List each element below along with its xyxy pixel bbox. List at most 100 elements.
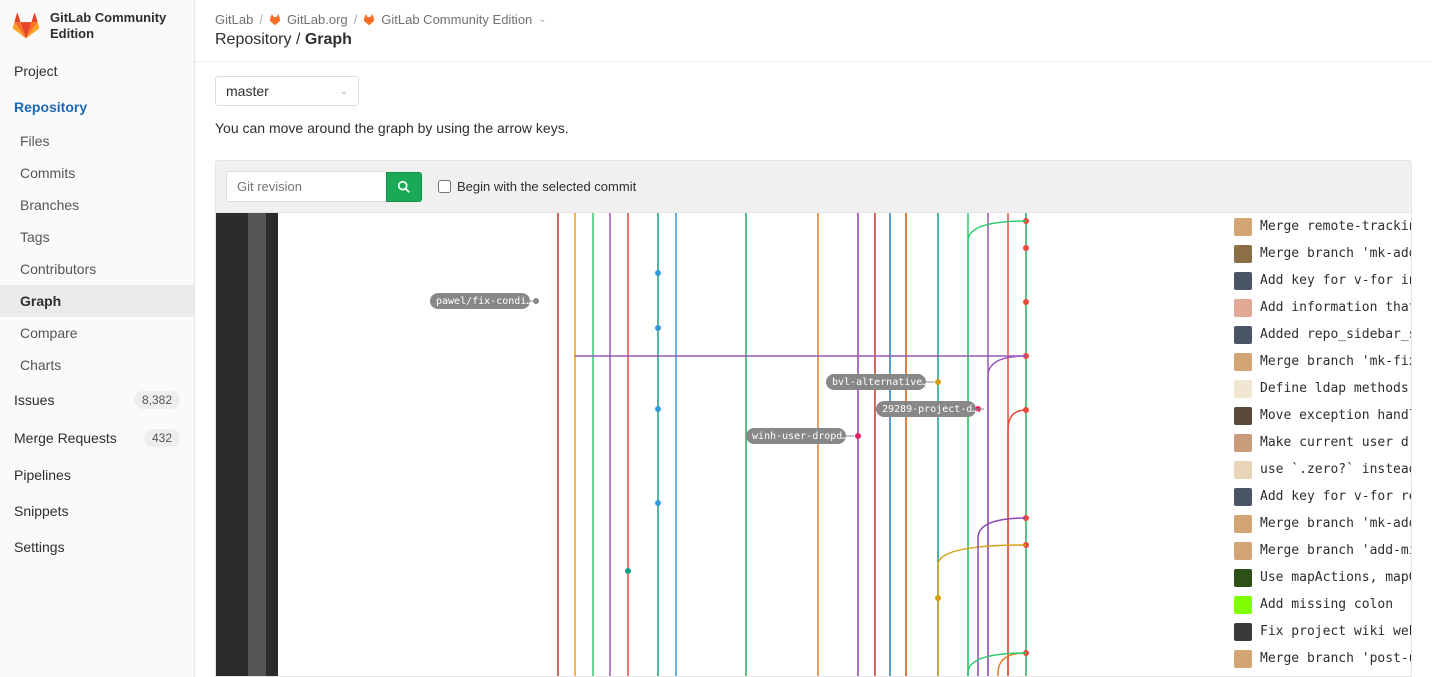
sidebar-item-settings[interactable]: Settings [0, 529, 194, 565]
sidebar-item-repository[interactable]: Repository [0, 89, 194, 125]
gitlab-project-icon [363, 14, 375, 26]
sidebar-item-issues[interactable]: Issues8,382 [0, 381, 194, 419]
sidebar-item-label: Merge Requests [14, 430, 117, 446]
sidebar-header: GitLab Community Edition [0, 0, 194, 53]
commit-row[interactable]: Merge branch 'ide' of gitlab.com:gitl [1234, 672, 1411, 677]
gitlab-logo-icon [12, 12, 40, 40]
avatar [1234, 569, 1252, 587]
commit-row[interactable]: Fix project wiki web_url spec [1234, 618, 1411, 645]
commit-row[interactable]: Add missing colon [1234, 591, 1411, 618]
controls: master ⌄ You can move around the graph b… [195, 62, 1432, 150]
breadcrumb-separator: / [259, 12, 263, 27]
sidebar-item-pipelines[interactable]: Pipelines [0, 457, 194, 493]
commit-row[interactable]: Merge branch 'post-upload-pack-opt-ou [1234, 645, 1411, 672]
commit-row[interactable]: Add key for v-for in repo_commit_sect [1234, 267, 1411, 294]
commit-row[interactable]: Move exception handling to execute [1234, 402, 1411, 429]
graph-area[interactable]: pawel/fix-condi… bvl-alternative… 29289-pr… [215, 213, 1412, 677]
sidebar-sub-graph[interactable]: Graph [0, 285, 194, 317]
commit-message: Define ldap methods at runtime [1260, 381, 1411, 396]
breadcrumb-separator: / [354, 12, 358, 27]
revision-input[interactable] [226, 171, 386, 202]
commit-row[interactable]: Merge branch 'mk-fix-master-wiki-web- [1234, 348, 1411, 375]
commit-row[interactable]: Added repo_sidebar_spec [1234, 321, 1411, 348]
commit-row[interactable]: Merge branch 'add-missing-colon' into [1234, 537, 1411, 564]
breadcrumb-sub1: Repository [215, 31, 291, 48]
sidebar-item-label: Repository [14, 99, 87, 115]
chevron-down-icon: ⌄ [340, 86, 348, 97]
gitlab-org-icon [269, 14, 281, 26]
commit-message: Add information that support for prom [1260, 300, 1411, 315]
commit-row[interactable]: Define ldap methods at runtime [1234, 375, 1411, 402]
sidebar-item-merge-requests[interactable]: Merge Requests432 [0, 419, 194, 457]
avatar [1234, 380, 1252, 398]
commit-message: Merge branch 'mk-add-ldap-ssl-certifi [1260, 246, 1411, 261]
commit-message: Merge branch 'add-missing-colon' into [1260, 543, 1411, 558]
search-button[interactable] [386, 172, 422, 202]
sidebar-item-project[interactable]: Project [0, 53, 194, 89]
begin-checkbox[interactable] [438, 180, 451, 193]
search-bar: Begin with the selected commit [215, 160, 1412, 213]
commit-graph[interactable]: pawel/fix-condi… bvl-alternative… 29289-pr… [278, 213, 1234, 676]
sidebar-sub-compare[interactable]: Compare [0, 317, 194, 349]
commit-message: Merge branch 'mk-fix-master-wiki-web- [1260, 354, 1411, 369]
branch-label[interactable]: bvl-alternative… [826, 374, 934, 390]
avatar [1234, 461, 1252, 479]
avatar [1234, 488, 1252, 506]
count-badge: 8,382 [134, 391, 180, 409]
chevron-down-icon[interactable]: ⌄ [538, 14, 546, 25]
commit-row[interactable]: Add information that support for prom [1234, 294, 1411, 321]
avatar [1234, 272, 1252, 290]
sidebar-item-snippets[interactable]: Snippets [0, 493, 194, 529]
begin-checkbox-wrap[interactable]: Begin with the selected commit [438, 179, 636, 194]
commit-row[interactable]: Merge branch 'mk-add-ldap-ssl-certifi [1234, 240, 1411, 267]
sidebar-sub-charts[interactable]: Charts [0, 349, 194, 381]
branch-label[interactable]: pawel/fix-condi… [430, 293, 538, 309]
commit-message: Add key for v-for repo-loading-file i [1260, 489, 1411, 504]
sidebar-item-label: Project [14, 63, 58, 79]
search-icon [397, 180, 411, 194]
commit-message: Added repo_sidebar_spec [1260, 327, 1411, 342]
avatar [1234, 434, 1252, 452]
avatar [1234, 353, 1252, 371]
graph-gutter [216, 213, 278, 676]
sidebar-sub-tags[interactable]: Tags [0, 221, 194, 253]
commit-message: Merge remote-tracking branch 'dev/mas [1260, 219, 1411, 234]
avatar [1234, 218, 1252, 236]
project-title: GitLab Community Edition [50, 10, 182, 41]
commit-message: Add missing colon [1260, 597, 1393, 612]
sidebar-item-label: Pipelines [14, 467, 71, 483]
sidebar-sub-commits[interactable]: Commits [0, 157, 194, 189]
commit-row[interactable]: Make current user dropdown style cons [1234, 429, 1411, 456]
sidebar-sub-branches[interactable]: Branches [0, 189, 194, 221]
commit-row[interactable]: Merge branch 'mk-add-lower-path-index [1234, 510, 1411, 537]
sidebar-sub-files[interactable]: Files [0, 125, 194, 157]
commit-message: Fix project wiki web_url spec [1260, 624, 1411, 639]
commit-row[interactable]: Use mapActions, mapGetters and mapMut [1234, 564, 1411, 591]
commit-message: use `.zero?` instead of `== 0` [1260, 462, 1411, 477]
avatar [1234, 515, 1252, 533]
breadcrumb-project[interactable]: GitLab Community Edition [381, 12, 532, 27]
branch-selector[interactable]: master ⌄ [215, 76, 359, 106]
svg-text:29289-project-d…: 29289-project-d… [882, 404, 978, 415]
commit-row[interactable]: use `.zero?` instead of `== 0` [1234, 456, 1411, 483]
branch-label[interactable]: winh-user-dropd… [746, 428, 854, 444]
commit-row[interactable]: Merge remote-tracking branch 'dev/mas [1234, 213, 1411, 240]
svg-text:winh-user-dropd…: winh-user-dropd… [752, 431, 848, 442]
avatar [1234, 596, 1252, 614]
sidebar: GitLab Community Edition Project Reposito… [0, 0, 195, 677]
hint-text: You can move around the graph by using t… [215, 120, 1412, 136]
commit-message: Add key for v-for in repo_commit_sect [1260, 273, 1411, 288]
commit-message: Use mapActions, mapGetters and mapMut [1260, 570, 1411, 585]
breadcrumb-root[interactable]: GitLab [215, 12, 253, 27]
branch-label[interactable]: 29289-project-d… [876, 401, 984, 417]
svg-text:bvl-alternative…: bvl-alternative… [832, 377, 928, 388]
breadcrumb-org[interactable]: GitLab.org [287, 12, 348, 27]
avatar [1234, 623, 1252, 641]
commit-message: Merge branch 'mk-add-lower-path-index [1260, 516, 1411, 531]
avatar [1234, 326, 1252, 344]
avatar [1234, 542, 1252, 560]
sidebar-sub-contributors[interactable]: Contributors [0, 253, 194, 285]
commit-row[interactable]: Add key for v-for repo-loading-file i [1234, 483, 1411, 510]
avatar [1234, 650, 1252, 668]
commit-message: Make current user dropdown style cons [1260, 435, 1411, 450]
